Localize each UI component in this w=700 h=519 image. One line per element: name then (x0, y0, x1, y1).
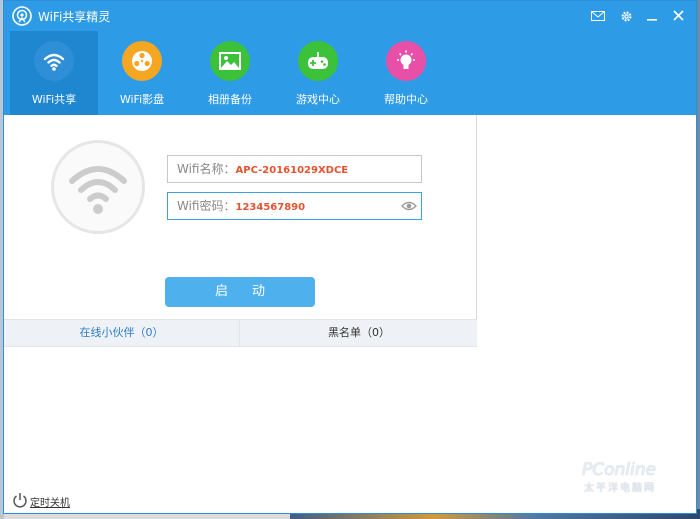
wifi-status-icon (51, 140, 145, 234)
power-icon[interactable] (12, 492, 28, 508)
wifi-logo-icon (12, 6, 32, 26)
nav-photo-backup[interactable]: 相册备份 (186, 31, 274, 115)
wifi-password-value: 1234567890 (235, 202, 306, 213)
wifi-password-label: Wifi密码： (177, 199, 236, 213)
nav-label: WiFi共享 (31, 93, 77, 106)
nav-label: 帮助中心 (384, 93, 428, 106)
device-tabs: 在线小伙伴（0） 黑名单（0） (4, 319, 477, 347)
lightbulb-icon (386, 41, 426, 81)
watermark-brand: PConline (582, 460, 656, 480)
eye-icon[interactable] (401, 200, 417, 212)
nav-label: WiFi影盘 (119, 93, 165, 106)
tab-online-partners[interactable]: 在线小伙伴（0） (4, 320, 240, 346)
nav-wifi-share[interactable]: WiFi共享 (10, 31, 98, 115)
tab-blacklist[interactable]: 黑名单（0） (241, 320, 477, 346)
start-button[interactable]: 启动 (165, 277, 315, 307)
mail-icon[interactable] (588, 6, 608, 26)
gamepad-icon (298, 41, 338, 81)
nav-game-center[interactable]: 游戏中心 (274, 31, 362, 115)
wifi-password-field[interactable]: Wifi密码：1234567890 (167, 192, 422, 220)
film-reel-icon (122, 41, 162, 81)
side-panel (478, 115, 696, 487)
scheduled-shutdown-link[interactable]: 定时关机 (30, 494, 70, 509)
app-window: WiFi共享精灵 WiFi共享 WiFi影盘 相册备份 游戏中心 帮助中心 Wi… (3, 0, 697, 514)
wifi-name-value: APC-20161029XDCE (235, 165, 349, 176)
nav-wifi-disk[interactable]: WiFi影盘 (98, 31, 186, 115)
device-list (4, 347, 477, 487)
wifi-icon (34, 41, 74, 81)
watermark-sub: 太平洋电脑网 (584, 483, 656, 494)
nav-help-center[interactable]: 帮助中心 (362, 31, 450, 115)
close-icon[interactable] (668, 6, 688, 26)
nav-label: 游戏中心 (296, 93, 340, 106)
nav-label: 相册备份 (208, 93, 252, 106)
wifi-name-label: Wifi名称： (177, 162, 236, 176)
minimize-icon[interactable] (642, 6, 662, 26)
main-nav: WiFi共享 WiFi影盘 相册备份 游戏中心 帮助中心 (4, 31, 696, 115)
wifi-share-panel: Wifi名称：APC-20161029XDCE Wifi密码：123456789… (4, 115, 477, 487)
app-title: WiFi共享精灵 (38, 10, 111, 24)
photo-icon (210, 41, 250, 81)
wifi-name-field[interactable]: Wifi名称：APC-20161029XDCE (167, 155, 422, 183)
title-bar[interactable]: WiFi共享精灵 (4, 1, 696, 31)
gear-icon[interactable] (616, 6, 636, 26)
